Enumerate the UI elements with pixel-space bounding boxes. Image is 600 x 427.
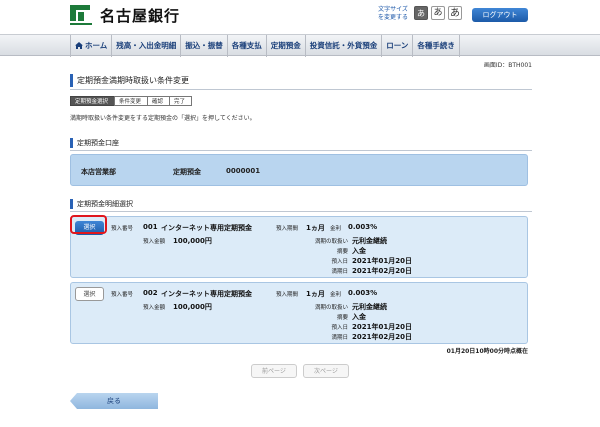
deposit-name: インターネット専用定期預金 <box>161 224 252 232</box>
timestamp: 01月20日10時00分時点概在 <box>446 348 528 355</box>
deposit-date: 2021年01月20日 <box>352 323 412 331</box>
deposit-amount: 100,000円 <box>173 237 212 245</box>
step-complete: 完了 <box>169 96 193 106</box>
details-section-title: 定期預金明細選択 <box>70 199 532 212</box>
nav-home-label: ホーム <box>85 41 108 50</box>
font-size-small-button[interactable]: あ <box>414 6 428 20</box>
deposit-period: 1ヵ月 <box>306 224 325 232</box>
page: 名古屋銀行 文字サイズを変更する あ あ あ ログアウト ホーム 残高・入出金明… <box>0 0 600 427</box>
maturity-date: 2021年02月20日 <box>352 333 412 341</box>
deposit-rate: 0.003% <box>348 289 378 297</box>
deposit-period: 1ヵ月 <box>306 290 325 298</box>
step-confirm: 確認 <box>147 96 171 106</box>
screen-id: 画面ID：BTH001 <box>483 62 532 69</box>
progress-steps: 定期預金選択 条件変更 確認 完了 <box>70 96 193 106</box>
font-size-label: 文字サイズを変更する <box>377 6 408 21</box>
main-nav: ホーム 残高・入出金明細 振込・振替 各種支払 定期預金 投資信託・外貨預金 ロ… <box>0 34 600 57</box>
account-box: 本店営業部 定期預金 0000001 <box>70 154 528 186</box>
select-button[interactable]: 選択 <box>75 287 104 301</box>
account-number: 0000001 <box>226 167 261 175</box>
account-type: 定期預金 <box>173 168 201 176</box>
deposit-no-label: 預入番号 <box>111 292 134 298</box>
maturity-handling-label: 満期の取扱い <box>314 305 348 311</box>
page-title: 定期預金満期時取扱い条件変更 <box>70 74 532 87</box>
deposit-amount: 100,000円 <box>173 303 212 311</box>
account-branch: 本店営業部 <box>81 168 116 176</box>
font-size-large-button[interactable]: あ <box>448 6 462 20</box>
nav-balance[interactable]: 残高・入出金明細 <box>112 35 182 57</box>
nav-procedures[interactable]: 各種手続き <box>413 35 460 57</box>
deposit-name: インターネット専用定期預金 <box>161 290 252 298</box>
amount-label: 預入金額 <box>143 239 166 245</box>
home-icon <box>75 42 83 49</box>
back-button[interactable]: 戻る <box>70 393 158 409</box>
rate-label: 金利 <box>330 226 342 232</box>
period-label: 預入期間 <box>276 292 299 298</box>
font-size-medium-button[interactable]: あ <box>431 6 445 20</box>
summary-label: 摘要 <box>336 315 348 321</box>
title-divider <box>70 89 532 90</box>
nav-payment[interactable]: 各種支払 <box>228 35 267 57</box>
deposit-number: 002 <box>143 289 158 297</box>
nav-loan[interactable]: ローン <box>382 35 414 57</box>
nav-time-deposit[interactable]: 定期預金 <box>267 35 306 57</box>
bank-logo-icon[interactable] <box>70 5 92 27</box>
nav-investment[interactable]: 投資信託・外貨預金 <box>306 35 383 57</box>
rate-label: 金利 <box>330 292 342 298</box>
prev-page-button[interactable]: 前ページ <box>251 364 297 378</box>
nav-transfer[interactable]: 振込・振替 <box>181 35 228 57</box>
nav-home[interactable]: ホーム <box>70 35 113 57</box>
select-button-highlight <box>70 215 107 234</box>
step-select: 定期預金選択 <box>70 96 116 106</box>
deposit-number: 001 <box>143 223 158 231</box>
deposit-summary: 入金 <box>352 247 366 255</box>
deposit-date: 2021年01月20日 <box>352 257 412 265</box>
maturity-date-label: 満期日 <box>331 335 348 341</box>
deposit-no-label: 預入番号 <box>111 226 134 232</box>
deposit-card: 選択 預入番号 002 インターネット専用定期預金 預入金額 100,000円 … <box>70 282 528 344</box>
bank-name: 名古屋銀行 <box>100 7 181 25</box>
summary-label: 摘要 <box>336 249 348 255</box>
maturity-handling: 元利金継続 <box>352 237 387 245</box>
maturity-handling-label: 満期の取扱い <box>314 239 348 245</box>
period-label: 預入期間 <box>276 226 299 232</box>
deposit-summary: 入金 <box>352 313 366 321</box>
instruction-text: 満期時取扱い条件変更をする定期預金の「選択」を押してください。 <box>70 115 256 122</box>
deposit-rate: 0.003% <box>348 223 378 231</box>
maturity-date-label: 満期日 <box>331 269 348 275</box>
deposit-card: 選択 預入番号 001 インターネット専用定期預金 預入金額 100,000円 … <box>70 215 528 278</box>
next-page-button[interactable]: 次ページ <box>303 364 349 378</box>
deposit-date-label: 預入日 <box>331 325 348 331</box>
header: 名古屋銀行 文字サイズを変更する あ あ あ ログアウト <box>0 0 600 32</box>
deposit-date-label: 預入日 <box>331 259 348 265</box>
maturity-date: 2021年02月20日 <box>352 267 412 275</box>
amount-label: 預入金額 <box>143 305 166 311</box>
logout-button[interactable]: ログアウト <box>472 8 528 22</box>
maturity-handling: 元利金継続 <box>352 303 387 311</box>
step-change: 条件変更 <box>114 96 149 106</box>
account-section-title: 定期預金口座 <box>70 138 532 151</box>
